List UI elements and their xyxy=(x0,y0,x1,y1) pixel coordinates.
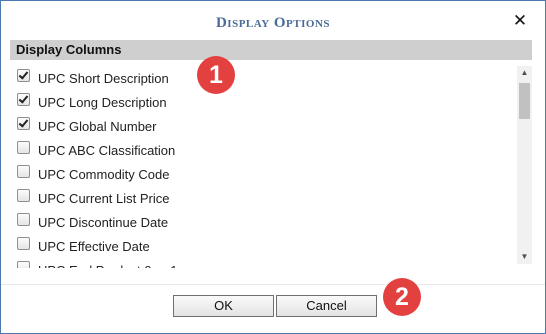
column-option[interactable]: UPC Commodity Code xyxy=(17,164,170,184)
column-label[interactable]: UPC ABC Classification xyxy=(38,143,175,158)
column-checkbox[interactable] xyxy=(17,116,30,130)
column-checkbox[interactable] xyxy=(17,236,30,250)
column-option[interactable]: UPC ABC Classification xyxy=(17,140,175,160)
column-label[interactable]: UPC Current List Price xyxy=(38,191,169,206)
column-checkbox[interactable] xyxy=(17,260,30,268)
scroll-down-icon[interactable]: ▼ xyxy=(517,250,532,264)
column-label[interactable]: UPC Short Description xyxy=(38,71,169,86)
list-scrollbar[interactable]: ▲ ▼ xyxy=(517,66,532,264)
column-checkbox[interactable] xyxy=(17,140,30,154)
column-option[interactable]: UPC End Product 0 or 1 xyxy=(17,260,177,268)
footer-divider xyxy=(1,284,545,285)
column-checkbox[interactable] xyxy=(17,68,30,82)
columns-list-area: UPC Short Description UPC Long Descriptio… xyxy=(10,60,532,268)
dialog-titlebar: Display Options ✕ xyxy=(1,1,545,41)
ok-button[interactable]: OK xyxy=(173,295,274,317)
column-option[interactable]: UPC Effective Date xyxy=(17,236,150,256)
column-label[interactable]: UPC Long Description xyxy=(38,95,167,110)
column-label[interactable]: UPC End Product 0 or 1 xyxy=(38,263,177,269)
annotation-marker-1: 1 xyxy=(197,56,235,94)
display-options-dialog: Display Options ✕ Display Columns UPC Sh… xyxy=(0,0,546,334)
column-label[interactable]: UPC Commodity Code xyxy=(38,167,170,182)
column-option[interactable]: UPC Discontinue Date xyxy=(17,212,168,232)
dialog-title: Display Options xyxy=(215,15,331,31)
column-label[interactable]: UPC Global Number xyxy=(38,119,157,134)
scrollbar-thumb[interactable] xyxy=(519,83,530,119)
annotation-marker-2: 2 xyxy=(383,278,421,316)
column-checkbox[interactable] xyxy=(17,92,30,106)
column-checkbox[interactable] xyxy=(17,188,30,202)
display-columns-header: Display Columns xyxy=(10,40,532,60)
scroll-up-icon[interactable]: ▲ xyxy=(517,66,532,80)
cancel-button[interactable]: Cancel xyxy=(276,295,377,317)
column-label[interactable]: UPC Discontinue Date xyxy=(38,215,168,230)
column-option[interactable]: UPC Short Description xyxy=(17,68,169,88)
close-icon[interactable]: ✕ xyxy=(512,13,528,30)
column-option[interactable]: UPC Global Number xyxy=(17,116,157,136)
column-option[interactable]: UPC Long Description xyxy=(17,92,167,112)
column-checkbox[interactable] xyxy=(17,164,30,178)
column-checkbox[interactable] xyxy=(17,212,30,226)
column-label[interactable]: UPC Effective Date xyxy=(38,239,150,254)
column-option[interactable]: UPC Current List Price xyxy=(17,188,169,208)
